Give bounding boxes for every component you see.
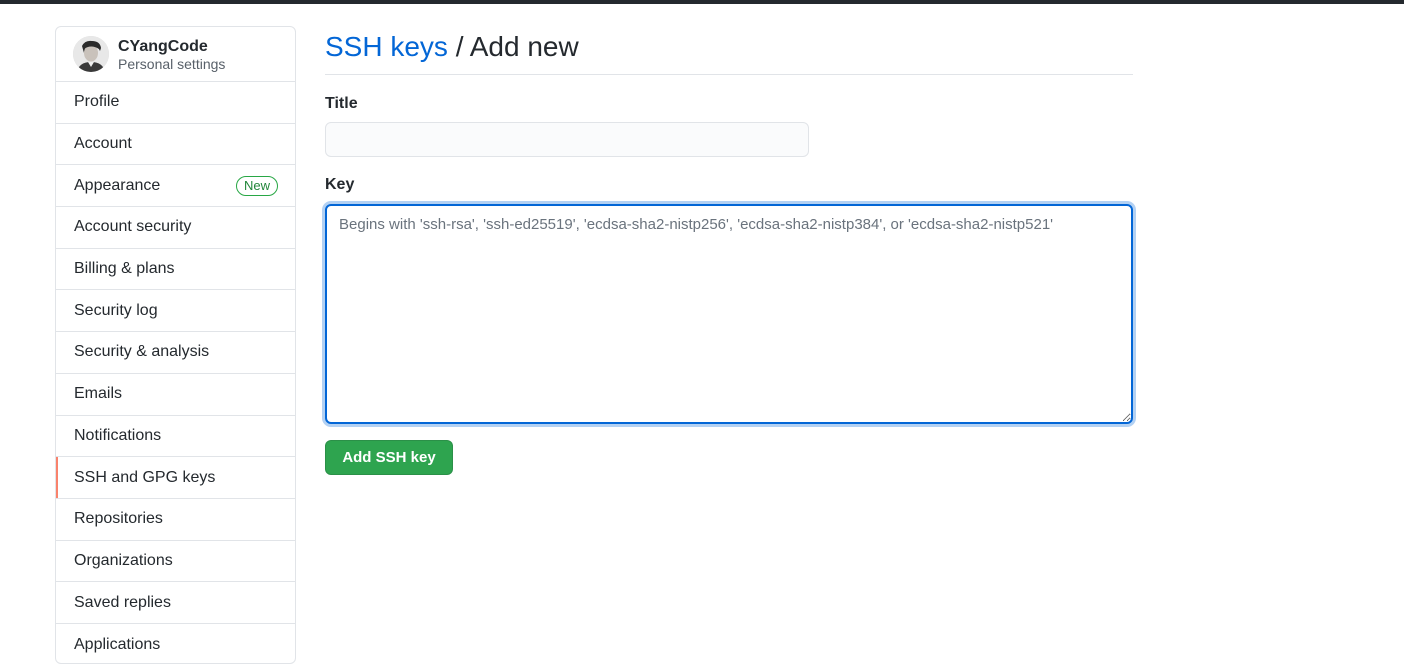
sidebar-item-saved-replies[interactable]: Saved replies — [56, 582, 295, 624]
sidebar-item-repositories[interactable]: Repositories — [56, 499, 295, 541]
sidebar-item-label: Account security — [74, 218, 192, 236]
sidebar-item-ssh-and-gpg-keys[interactable]: SSH and GPG keys — [56, 457, 295, 499]
sidebar-item-applications[interactable]: Applications — [56, 624, 295, 663]
main-content: SSH keys / Add new Title Key Add SSH key — [325, 26, 1133, 475]
top-bar — [0, 0, 1404, 4]
sidebar-item-label: Profile — [74, 93, 120, 111]
user-avatar-icon[interactable] — [73, 36, 109, 72]
sidebar-item-security-log[interactable]: Security log — [56, 290, 295, 333]
title-label: Title — [325, 95, 358, 112]
sidebar-item-organizations[interactable]: Organizations — [56, 541, 295, 583]
breadcrumb-separator: / — [447, 31, 470, 62]
sidebar-item-appearance[interactable]: Appearance New — [56, 165, 295, 208]
sidebar-item-label: Appearance — [74, 176, 161, 194]
sidebar-item-label: SSH and GPG keys — [74, 468, 216, 486]
sidebar-item-label: Emails — [74, 385, 123, 403]
title-input[interactable] — [325, 122, 809, 157]
key-textarea[interactable] — [325, 204, 1133, 424]
user-header: CYangCode Personal settings — [56, 27, 295, 82]
add-ssh-key-button[interactable]: Add SSH key — [325, 440, 453, 475]
breadcrumb-current: Add new — [469, 31, 579, 62]
sidebar-item-security-and-analysis[interactable]: Security & analysis — [56, 332, 295, 374]
key-label: Key — [325, 176, 355, 193]
sidebar-item-profile[interactable]: Profile — [56, 82, 295, 124]
sidebar-item-label: Security log — [74, 301, 158, 319]
sidebar-nav-list: Profile Account Appearance New Account secur… — [56, 82, 295, 663]
sidebar-item-label: Repositories — [74, 510, 163, 528]
sidebar-item-label: Applications — [74, 635, 161, 653]
sidebar-item-label: Saved replies — [74, 593, 171, 611]
user-subtitle: Personal settings — [118, 56, 226, 72]
sidebar-item-label: Security & analysis — [74, 343, 210, 361]
sidebar-item-emails[interactable]: Emails — [56, 374, 295, 416]
sidebar-item-label: Billing & plans — [74, 260, 175, 278]
breadcrumb-ssh-keys-link[interactable]: SSH keys — [325, 31, 448, 62]
sidebar-item-billing-and-plans[interactable]: Billing & plans — [56, 249, 295, 291]
page-title: SSH keys / Add new — [325, 26, 1133, 75]
sidebar-item-label: Notifications — [74, 426, 162, 444]
sidebar-item-account-security[interactable]: Account security — [56, 207, 295, 249]
sidebar-item-label: Organizations — [74, 551, 173, 569]
sidebar-item-account[interactable]: Account — [56, 124, 295, 166]
username[interactable]: CYangCode — [118, 38, 208, 56]
new-badge: New — [235, 176, 278, 197]
settings-sidebar: CYangCode Personal settings Profile Accou… — [55, 26, 296, 664]
sidebar-item-notifications[interactable]: Notifications — [56, 416, 295, 458]
sidebar-item-label: Account — [74, 135, 132, 153]
